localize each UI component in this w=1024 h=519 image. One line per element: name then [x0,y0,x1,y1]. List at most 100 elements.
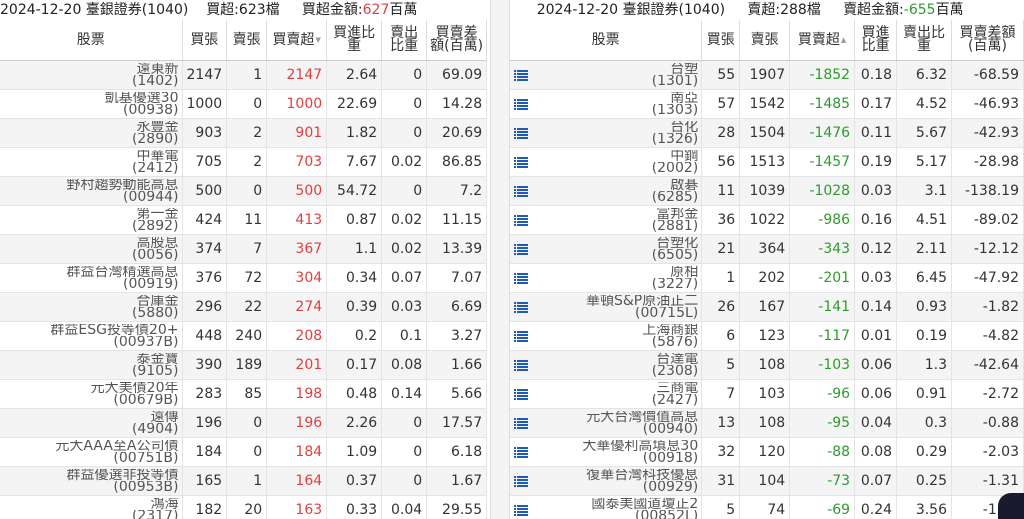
stock-cell[interactable]: 泰金寶 (9105) [0,350,183,380]
list-icon[interactable] [514,359,528,371]
stock-cell[interactable]: 台塑化 (6505) [510,234,703,264]
table-row[interactable]: 永豐金 (2890) 903 2 901 1.82 0 20.69 [0,118,488,148]
stock-name[interactable]: 華頓S&P原油正二 [528,295,698,307]
table-row[interactable]: 鴻海 (2317) 182 20 163 0.33 0.04 29.55 [0,495,488,519]
stock-cell[interactable]: 元大AAA至A公司債 (00751B) [0,437,183,467]
table-row[interactable]: 凱基優選30 (00938) 1000 0 1000 22.69 0 14.28 [0,89,488,119]
list-icon[interactable] [514,214,528,226]
table-row[interactable]: 富邦金 (2881) 36 1022 -986 0.16 4.51 -89.02 [510,205,1024,235]
table-row[interactable]: 三商電 (2427) 7 103 -96 0.06 0.91 -2.72 [510,379,1024,409]
stock-cell[interactable]: 華頓S&P原油正二 (00715L) [510,292,703,322]
list-icon[interactable] [514,243,528,255]
list-icon[interactable] [514,330,528,342]
table-row[interactable]: 群益ESG投等債20+ (00937B) 448 240 208 0.2 0.1 3.27 [0,321,488,351]
table-row[interactable]: 台達電 (2308) 5 108 -103 0.06 1.3 -42.64 [510,350,1024,380]
header-buy[interactable]: 買張 [182,20,228,61]
stock-name[interactable]: 南亞 [528,92,698,104]
stock-name[interactable]: 台塑 [528,63,698,75]
stock-name[interactable]: 遠東新 [4,63,179,75]
list-icon[interactable] [514,417,528,429]
list-icon[interactable] [514,301,528,313]
table-row[interactable]: 台塑 (1301) 55 1907 -1852 0.18 6.32 -68.59 [510,60,1024,90]
list-icon[interactable] [514,388,528,400]
stock-name[interactable]: 啟碁 [528,179,698,191]
stock-cell[interactable]: 中華電 (2412) [0,147,183,177]
stock-name[interactable]: 中華電 [4,150,179,162]
stock-cell[interactable]: 群益ESG投等債20+ (00937B) [0,321,183,351]
stock-cell[interactable]: 元大台灣價值高息 (00940) [510,408,703,438]
table-row[interactable]: 遠傳 (4904) 196 0 196 2.26 0 17.57 [0,408,488,438]
stock-name[interactable]: 高股息 [4,237,179,249]
header-stock[interactable]: 股票 [0,20,183,61]
table-row[interactable]: 台化 (1326) 28 1504 -1476 0.11 5.67 -42.93 [510,118,1024,148]
header-buy-pct[interactable]: 買進比重 [854,20,898,61]
stock-cell[interactable]: 遠東新 (1402) [0,60,183,90]
stock-name[interactable]: 泰金寶 [4,353,179,365]
stock-name[interactable]: 元大美債20年 [4,382,179,394]
stock-name[interactable]: 永豐金 [4,121,179,133]
stock-cell[interactable]: 國泰美國道瓊正2 (00852L) [510,495,703,519]
table-row[interactable]: 元大AAA至A公司債 (00751B) 184 0 184 1.09 0 6.18 [0,437,488,467]
table-row[interactable]: 華頓S&P原油正二 (00715L) 26 167 -141 0.14 0.93 -1.82 [510,292,1024,322]
stock-cell[interactable]: 凱基優選30 (00938) [0,89,183,119]
table-row[interactable]: 復華台灣科技優息 (00929) 31 104 -73 0.07 0.25 -1.31 [510,466,1024,496]
stock-name[interactable]: 群益台灣精選高息 [4,266,179,278]
stock-cell[interactable]: 三商電 (2427) [510,379,703,409]
stock-name[interactable]: 上海商銀 [528,324,698,336]
stock-name[interactable]: 遠傳 [4,411,179,423]
stock-cell[interactable]: 富邦金 (2881) [510,205,703,235]
list-icon[interactable] [514,446,528,458]
stock-name[interactable]: 第一金 [4,208,179,220]
table-row[interactable]: 野村趨勢動能高息 (00944) 500 0 500 54.72 0 7.2 [0,176,488,206]
table-row[interactable]: 元大台灣價值高息 (00940) 13 108 -95 0.04 0.3 -0.88 [510,408,1024,438]
stock-name[interactable]: 鴻海 [4,498,179,510]
table-row[interactable]: 第一金 (2892) 424 11 413 0.87 0.02 11.15 [0,205,488,235]
table-row[interactable]: 原相 (3227) 1 202 -201 0.03 6.45 -47.92 [510,263,1024,293]
stock-name[interactable]: 合庫金 [4,295,179,307]
stock-cell[interactable]: 台化 (1326) [510,118,703,148]
header-buy-pct[interactable]: 買進比重 [326,20,383,61]
stock-name[interactable]: 台達電 [528,353,698,365]
header-sell[interactable]: 賣張 [739,20,791,61]
stock-cell[interactable]: 啟碁 (6285) [510,176,703,206]
stock-cell[interactable]: 台塑 (1301) [510,60,703,90]
table-row[interactable]: 台塑化 (6505) 21 364 -343 0.12 2.11 -12.12 [510,234,1024,264]
table-row[interactable]: 群益台灣精選高息 (00919) 376 72 304 0.34 0.07 7.07 [0,263,488,293]
stock-cell[interactable]: 上海商銀 (5876) [510,321,703,351]
list-icon[interactable] [514,185,528,197]
stock-cell[interactable]: 群益台灣精選高息 (00919) [0,263,183,293]
table-row[interactable]: 合庫金 (5880) 296 22 274 0.39 0.03 6.69 [0,292,488,322]
stock-cell[interactable]: 野村趨勢動能高息 (00944) [0,176,183,206]
stock-cell[interactable]: 群益優選非投等債 (00953B) [0,466,183,496]
header-sell[interactable]: 賣張 [226,20,268,61]
header-stock[interactable]: 股票 [510,20,703,61]
table-row[interactable]: 群益優選非投等債 (00953B) 165 1 164 0.37 0 1.67 [0,466,488,496]
list-icon[interactable] [514,475,528,487]
stock-name[interactable]: 原相 [528,266,698,278]
header-net[interactable]: 買賣超▲ [789,20,856,61]
chat-widget-button[interactable] [998,493,1024,519]
stock-cell[interactable]: 原相 (3227) [510,263,703,293]
stock-cell[interactable]: 合庫金 (5880) [0,292,183,322]
stock-cell[interactable]: 南亞 (1303) [510,89,703,119]
stock-name[interactable]: 野村趨勢動能高息 [4,179,179,191]
stock-cell[interactable]: 大華優利高填息30 (00918) [510,437,703,467]
list-icon[interactable] [514,127,528,139]
stock-cell[interactable]: 高股息 (0056) [0,234,183,264]
list-icon[interactable] [514,98,528,110]
stock-cell[interactable]: 台達電 (2308) [510,350,703,380]
table-row[interactable]: 國泰美國道瓊正2(00852L)574-690.243.56-1.83 [510,495,1024,519]
stock-cell[interactable]: 鴻海 (2317) [0,495,183,519]
table-row[interactable]: 泰金寶 (9105) 390 189 201 0.17 0.08 1.66 [0,350,488,380]
table-row[interactable]: 中鋼 (2002) 56 1513 -1457 0.19 5.17 -28.98 [510,147,1024,177]
table-row[interactable]: 中華電 (2412) 705 2 703 7.67 0.02 86.85 [0,147,488,177]
header-sell-pct[interactable]: 賣出比重 [381,20,428,61]
stock-name[interactable]: 元大台灣價值高息 [528,411,698,423]
stock-name[interactable]: 國泰美國道瓊正2 [528,498,698,510]
stock-cell[interactable]: 遠傳 (4904) [0,408,183,438]
stock-cell[interactable]: 第一金 (2892) [0,205,183,235]
table-row[interactable]: 大華優利高填息30 (00918) 32 120 -88 0.08 0.29 -2.03 [510,437,1024,467]
stock-cell[interactable]: 元大美債20年 (00679B) [0,379,183,409]
table-row[interactable]: 元大美債20年 (00679B) 283 85 198 0.48 0.14 5.66 [0,379,488,409]
stock-name[interactable]: 元大AAA至A公司債 [4,440,178,452]
